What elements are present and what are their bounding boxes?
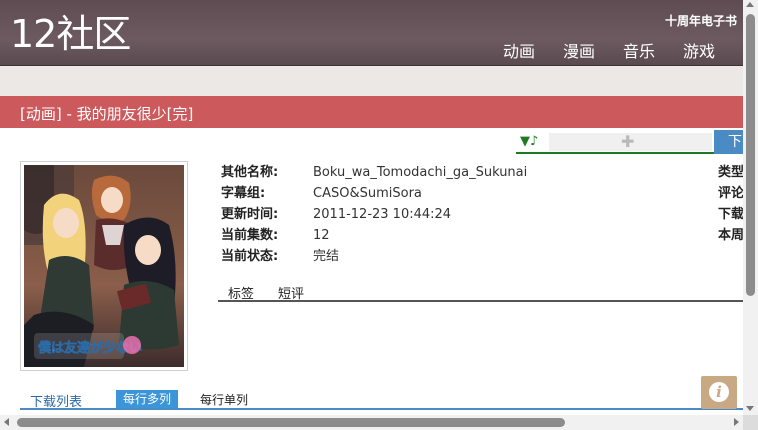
site-logo[interactable]: 12社区 xyxy=(10,10,131,58)
scrollbar-corner xyxy=(743,415,758,430)
page-title: [动画] - 我的朋友很少[完] xyxy=(20,105,194,123)
puzzle-icon: ✚ xyxy=(621,132,635,151)
nav-item-music[interactable]: 音乐 xyxy=(609,38,669,62)
tab-short-reviews[interactable]: 短评 xyxy=(278,283,304,302)
info-tabs: 标签 短评 xyxy=(218,281,743,302)
header-spacer xyxy=(0,66,743,96)
tab-tags[interactable]: 标签 xyxy=(228,283,254,302)
site-header: 12社区 十周年电子书 动画 漫画 音乐 游戏 xyxy=(0,0,743,66)
info-value: Boku_wa_Tomodachi_ga_Sukunai xyxy=(313,165,528,180)
info-label: 其他名称: xyxy=(221,165,279,180)
plugin-placeholder[interactable]: ✚ xyxy=(549,133,712,151)
info-value: 2011-12-23 10:44:24 xyxy=(313,207,452,222)
info-label: 当前状态: xyxy=(221,249,279,264)
view-mode-single-column[interactable]: 每行单列 xyxy=(200,391,248,408)
horizontal-scroll-thumb[interactable] xyxy=(17,418,565,427)
info-label: 当前集数: xyxy=(221,228,279,243)
info-button[interactable]: i xyxy=(701,376,737,409)
info-icon: i xyxy=(709,382,729,402)
download-list-title[interactable]: 下载列表 xyxy=(30,391,82,410)
nav-item-game[interactable]: 游戏 xyxy=(669,38,729,62)
nav-item-anime[interactable]: 动画 xyxy=(489,38,549,62)
scroll-right-icon[interactable] xyxy=(734,418,739,426)
info-row-status: 当前状态: 完结 xyxy=(221,246,521,267)
info-row-update-time: 更新时间: 2011-12-23 10:44:24 xyxy=(221,204,521,225)
music-play-icon[interactable]: ▼♪ xyxy=(520,134,538,149)
info-row-alt-name: 其他名称: Boku_wa_Tomodachi_ga_Sukunai xyxy=(221,162,527,183)
info-value: 12 xyxy=(313,228,330,243)
media-toolbar: ▼♪ ✚ 下 xyxy=(516,130,754,154)
info-value: 完结 xyxy=(313,249,340,264)
cover-image: 僕は友達が少ない xyxy=(20,161,188,371)
info-row-subgroup: 字幕组: CASO&SumiSora xyxy=(221,183,521,204)
download-list-header: 下载列表 每行多列 每行单列 xyxy=(20,390,743,410)
vertical-scrollbar[interactable] xyxy=(743,0,758,415)
main-nav: 动画 漫画 音乐 游戏 xyxy=(489,38,729,62)
scroll-down-icon[interactable] xyxy=(746,406,754,411)
view-mode-multi-column[interactable]: 每行多列 xyxy=(116,390,179,408)
nav-item-comic[interactable]: 漫画 xyxy=(549,38,609,62)
scroll-up-icon[interactable] xyxy=(746,2,754,7)
page-title-bar: [动画] - 我的朋友很少[完] xyxy=(0,96,743,128)
anime-info-table: 其他名称: Boku_wa_Tomodachi_ga_Sukunai 字幕组: … xyxy=(221,162,527,267)
info-label: 字幕组: xyxy=(221,186,266,201)
scroll-left-icon[interactable] xyxy=(4,418,9,426)
anniversary-ebook-link[interactable]: 十周年电子书 xyxy=(665,12,737,29)
info-row-episode-count: 当前集数: 12 xyxy=(221,225,521,246)
info-label: 更新时间: xyxy=(221,207,279,222)
horizontal-scrollbar[interactable] xyxy=(0,415,743,430)
info-value[interactable]: CASO&SumiSora xyxy=(313,183,422,204)
cover-illustration: 僕は友達が少ない xyxy=(24,165,184,367)
vertical-scroll-thumb[interactable] xyxy=(746,14,755,296)
music-player: ▼♪ ✚ xyxy=(516,130,714,154)
